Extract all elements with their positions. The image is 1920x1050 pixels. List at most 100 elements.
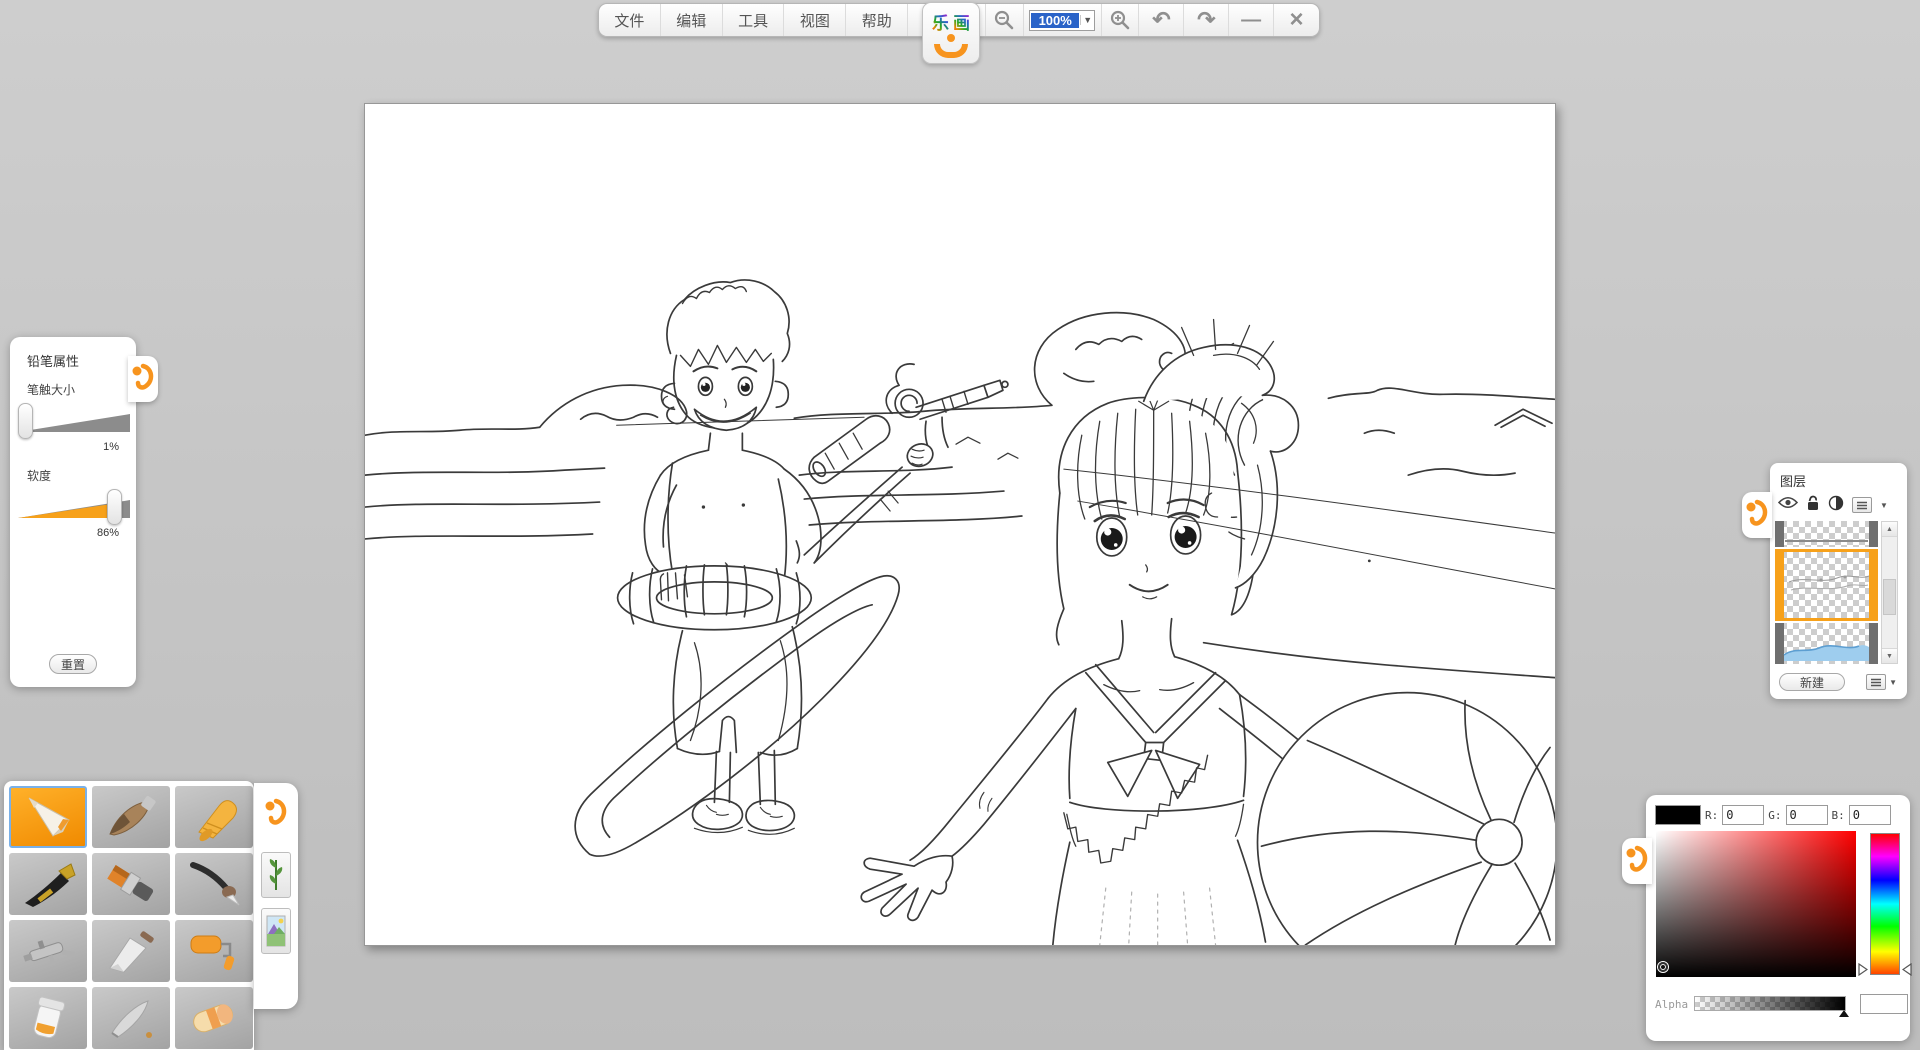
green-input[interactable] [1786, 805, 1828, 825]
paint-roller-icon [183, 926, 245, 976]
color-panel-collapse-handle[interactable] [1622, 838, 1652, 884]
palette-knife-icon [100, 926, 162, 976]
panel-handle-icon [261, 791, 291, 837]
brush-size-value: 1% [103, 441, 119, 453]
mascot-nose [947, 34, 955, 42]
alpha-slider[interactable] [1694, 996, 1846, 1011]
liner-pen-icon [100, 993, 162, 1043]
close-icon: × [1290, 8, 1304, 32]
saturation-value-picker[interactable] [1656, 831, 1856, 977]
magnifier-plus-icon [1109, 9, 1131, 31]
hue-marker-left-icon[interactable] [1858, 963, 1868, 981]
wood-pencil-icon [100, 792, 162, 842]
brush-size-slider[interactable] [18, 401, 130, 441]
redo-button[interactable]: ↷ [1184, 4, 1229, 36]
zoom-dropdown-arrow-icon[interactable]: ▼ [1080, 15, 1094, 25]
tool-crayon[interactable] [175, 786, 253, 848]
tool-airbrush[interactable] [9, 920, 87, 982]
round-brush-icon [183, 859, 245, 909]
drawing-canvas[interactable] [364, 103, 1556, 946]
tool-wood-pencil[interactable] [92, 786, 170, 848]
paint-tube-icon [17, 993, 79, 1043]
layers-options-button[interactable] [1866, 674, 1886, 690]
color-picker-panel: R: G: B: Alpha ▲ ▼ [1646, 795, 1910, 1041]
menu-help[interactable]: 帮助 [846, 4, 908, 36]
blue-input[interactable] [1849, 805, 1891, 825]
tool-palette-knife[interactable] [92, 920, 170, 982]
minimize-button[interactable]: — [1229, 4, 1274, 36]
palette-side-tab [254, 783, 298, 1009]
nature-brushes-button[interactable] [261, 852, 291, 898]
layer-item-selected[interactable] [1775, 549, 1878, 621]
pencil-properties-panel: 铅笔属性 笔触大小 1% 软度 86% 重置 [10, 337, 136, 687]
magnifier-minus-icon [993, 9, 1015, 31]
red-input[interactable] [1722, 805, 1764, 825]
softness-slider[interactable] [18, 487, 130, 527]
layers-panel-collapse-handle[interactable] [1742, 492, 1772, 538]
panel-handle-icon [128, 356, 158, 402]
tool-flat-brush[interactable] [92, 853, 170, 915]
layers-panel: 图层 ▼ [1770, 463, 1907, 699]
menu-edit[interactable]: 编辑 [661, 4, 723, 36]
stamp-images-button[interactable] [261, 908, 291, 954]
zoom-level-value[interactable]: 100% [1031, 13, 1079, 28]
scrollbar-thumb[interactable] [1883, 579, 1896, 615]
softness-label: 软度 [27, 467, 51, 484]
airbrush-icon [17, 926, 79, 976]
tool-round-brush[interactable] [175, 853, 253, 915]
menu-view[interactable]: 视图 [784, 4, 846, 36]
app-logo-mascot: 乐 画 [922, 2, 980, 64]
layer-menu-button[interactable] [1852, 497, 1872, 513]
tool-liner-pen[interactable] [92, 987, 170, 1049]
alpha-spinner: ▲ ▼ [1860, 994, 1908, 1014]
blue-label: B: [1832, 809, 1845, 822]
panel-handle-icon [1622, 838, 1652, 884]
flat-brush-icon [100, 859, 162, 909]
tool-fountain-pen[interactable] [9, 853, 87, 915]
layer-visibility-icon[interactable] [1778, 496, 1798, 514]
layer-item-top[interactable] [1775, 521, 1878, 547]
softness-slider-thumb[interactable] [107, 489, 122, 525]
layer-blend-icon[interactable] [1828, 495, 1844, 516]
fountain-pen-icon [17, 859, 79, 909]
mascot-right-eye-glyph: 画 [953, 9, 970, 34]
layer-item-bottom[interactable] [1775, 623, 1878, 664]
mascot-left-eye-glyph: 乐 [932, 9, 949, 34]
scroll-up-icon[interactable]: ▲ [1882, 522, 1897, 537]
color-selection-cursor[interactable] [1658, 962, 1668, 972]
hue-marker-right-icon[interactable] [1902, 963, 1912, 981]
tool-paint-tube[interactable] [9, 987, 87, 1049]
hue-slider[interactable] [1870, 833, 1900, 975]
undo-button[interactable]: ↶ [1139, 4, 1184, 36]
alpha-marker-icon[interactable] [1839, 1010, 1849, 1017]
scroll-down-icon[interactable]: ▼ [1882, 648, 1897, 663]
undo-icon: ↶ [1152, 9, 1170, 31]
close-button[interactable]: × [1274, 4, 1319, 36]
layer-menu-dropdown-icon[interactable]: ▼ [1880, 501, 1888, 510]
brush-size-slider-thumb[interactable] [18, 403, 33, 439]
layer-list-scrollbar[interactable]: ▲ ▼ [1881, 521, 1898, 664]
red-label: R: [1705, 809, 1718, 822]
menu-file[interactable]: 文件 [599, 4, 661, 36]
redo-icon: ↷ [1197, 9, 1215, 31]
zoom-in-button[interactable] [1102, 4, 1140, 36]
panel-handle-icon [1742, 492, 1772, 538]
layers-options-dropdown-icon[interactable]: ▼ [1889, 678, 1897, 687]
palette-collapse-handle[interactable] [261, 791, 291, 842]
tool-eraser[interactable] [175, 987, 253, 1049]
pencil-panel-collapse-handle[interactable] [128, 356, 158, 402]
green-label: G: [1768, 809, 1781, 822]
tool-paint-roller[interactable] [175, 920, 253, 982]
layer-list [1775, 521, 1878, 664]
reset-button[interactable]: 重置 [49, 654, 97, 674]
canvas-artwork [365, 104, 1555, 945]
plant-icon [265, 856, 287, 894]
tool-paper-pencil[interactable] [9, 786, 87, 848]
zoom-level-combo[interactable]: 100% ▼ [1024, 4, 1102, 36]
minimize-icon: — [1241, 10, 1261, 30]
layer-lock-icon[interactable] [1806, 495, 1820, 516]
alpha-value-input[interactable] [1861, 995, 1920, 1013]
menu-tools[interactable]: 工具 [723, 4, 785, 36]
zoom-out-button[interactable] [986, 4, 1024, 36]
new-layer-button[interactable]: 新建 [1779, 673, 1845, 691]
